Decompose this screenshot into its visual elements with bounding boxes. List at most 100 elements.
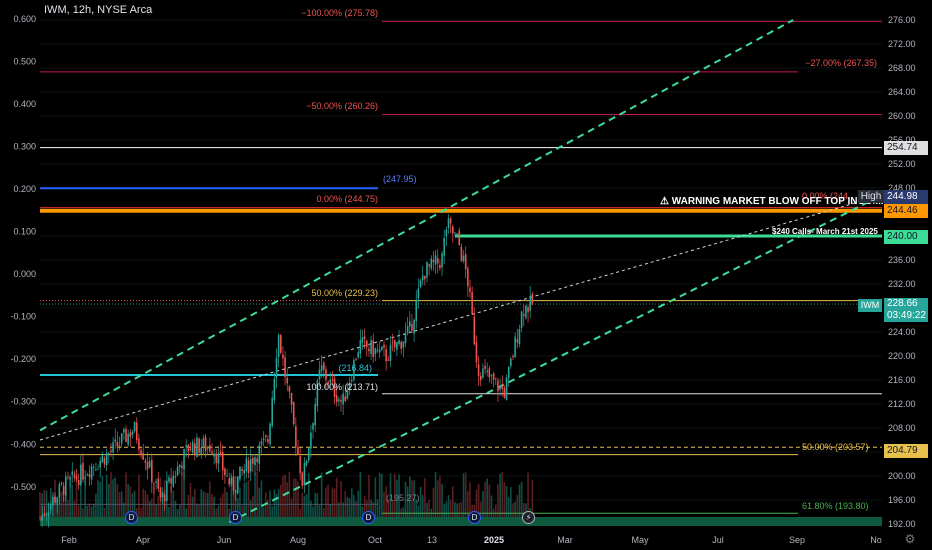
candle-body: [452, 226, 454, 234]
time-axis-tick: 13: [427, 535, 437, 545]
candle-body: [301, 472, 304, 486]
candle-body: [271, 397, 273, 427]
indicator-band: [40, 517, 882, 526]
candle-body: [52, 497, 54, 506]
volume-bar: [505, 485, 508, 517]
volume-bar: [464, 472, 467, 517]
candle-body: [226, 475, 228, 477]
candle-body: [471, 291, 473, 315]
volume-bar: [353, 494, 355, 517]
volume-bar: [277, 488, 280, 517]
volume-bar: [305, 493, 308, 517]
fib-label-m27: −27.00% (267.35): [805, 58, 877, 68]
candle-body: [267, 439, 269, 443]
candle-body: [280, 334, 282, 353]
volume-bar: [95, 493, 97, 517]
dividend-marker[interactable]: D: [229, 511, 242, 524]
volume-bar: [501, 471, 504, 517]
right-axis-tick: 272.00: [888, 39, 916, 49]
volume-bar: [381, 473, 383, 517]
volume-bar: [507, 497, 510, 517]
volume-bar: [303, 495, 306, 517]
candle-body: [77, 480, 80, 486]
price-chart[interactable]: −100.00% (275.78) −27.00% (267.35) −50.0…: [0, 0, 932, 550]
candle-body: [325, 369, 327, 380]
candle-body: [275, 357, 278, 379]
candle-body: [314, 404, 316, 426]
candle-body: [331, 379, 334, 381]
candle-body: [187, 444, 190, 452]
volume-bar: [247, 480, 250, 517]
volume-bar: [260, 480, 263, 517]
candle-body: [421, 275, 424, 281]
candle-body: [428, 264, 430, 267]
candle-body: [473, 316, 476, 345]
left-axis-tick: -0.300: [10, 397, 36, 407]
candle-body: [159, 488, 162, 498]
volume-bar: [148, 501, 151, 517]
volume-bar: [441, 483, 443, 517]
volume-bar: [434, 471, 437, 517]
volume-bar: [140, 507, 142, 517]
candle-body: [249, 458, 252, 472]
candle-body: [95, 469, 97, 471]
volume-bar: [350, 488, 353, 517]
volume-bar: [174, 500, 177, 517]
candle-body: [129, 432, 132, 437]
candle-body: [47, 512, 50, 517]
volume-bar: [215, 508, 218, 517]
candle-body: [507, 366, 510, 379]
high-label: High: [858, 190, 884, 203]
dividend-marker[interactable]: D: [468, 511, 481, 524]
volume-bar: [243, 482, 246, 517]
candle-body: [432, 259, 435, 263]
volume-bar: [88, 503, 91, 517]
candle-body: [381, 346, 383, 350]
candle-body: [228, 478, 230, 485]
candle-body: [90, 466, 93, 480]
candle-body: [80, 464, 82, 486]
dividend-marker[interactable]: D: [125, 511, 138, 524]
candle-body: [71, 471, 74, 475]
candle-body: [307, 447, 310, 461]
candle-body: [84, 477, 86, 479]
volume-bar: [447, 495, 450, 517]
volume-bar: [82, 508, 84, 517]
candle-body: [479, 375, 482, 381]
time-axis-tick: Oct: [368, 535, 383, 545]
candle-body: [176, 466, 179, 476]
volume-bar: [331, 487, 334, 517]
volume-bar: [105, 474, 108, 517]
volume-bar: [340, 481, 342, 517]
candle-body: [323, 362, 325, 370]
volume-bar: [329, 503, 332, 517]
volume-bar: [456, 503, 458, 517]
volume-bar: [454, 502, 456, 517]
volume-bar: [374, 477, 377, 517]
candle-body: [520, 311, 523, 329]
candle-body: [170, 478, 172, 484]
right-axis-tick: 216.00: [888, 375, 916, 385]
volume-bar: [157, 496, 160, 517]
iwm-price-tag: 228.66 03:49:22: [884, 298, 928, 322]
right-axis-tick: 192.00: [888, 519, 916, 529]
volume-bar: [516, 495, 519, 517]
candle-body: [516, 339, 519, 343]
volume-bar: [86, 505, 89, 517]
fib-label-m50: −50.00% (260.26): [306, 101, 378, 111]
candle-body: [305, 460, 308, 466]
candle-body: [525, 305, 527, 318]
candle-body: [467, 268, 469, 287]
gear-icon[interactable]: ⚙: [903, 532, 917, 546]
volume-bar: [206, 493, 209, 517]
candle-body: [243, 470, 246, 474]
time-axis[interactable]: Feb Apr Jun Aug Oct 13 2025 Mar May Jul Sep No: [0, 530, 932, 550]
volume-bar: [424, 478, 426, 517]
dividend-marker[interactable]: D: [362, 511, 375, 524]
event-bolt-icon[interactable]: ⚡: [522, 511, 535, 524]
volume-bar: [445, 501, 448, 517]
volume-bar: [249, 500, 252, 517]
left-axis-tick: 0.600: [13, 14, 36, 24]
candle-body: [135, 422, 138, 441]
candle-body: [366, 340, 368, 347]
